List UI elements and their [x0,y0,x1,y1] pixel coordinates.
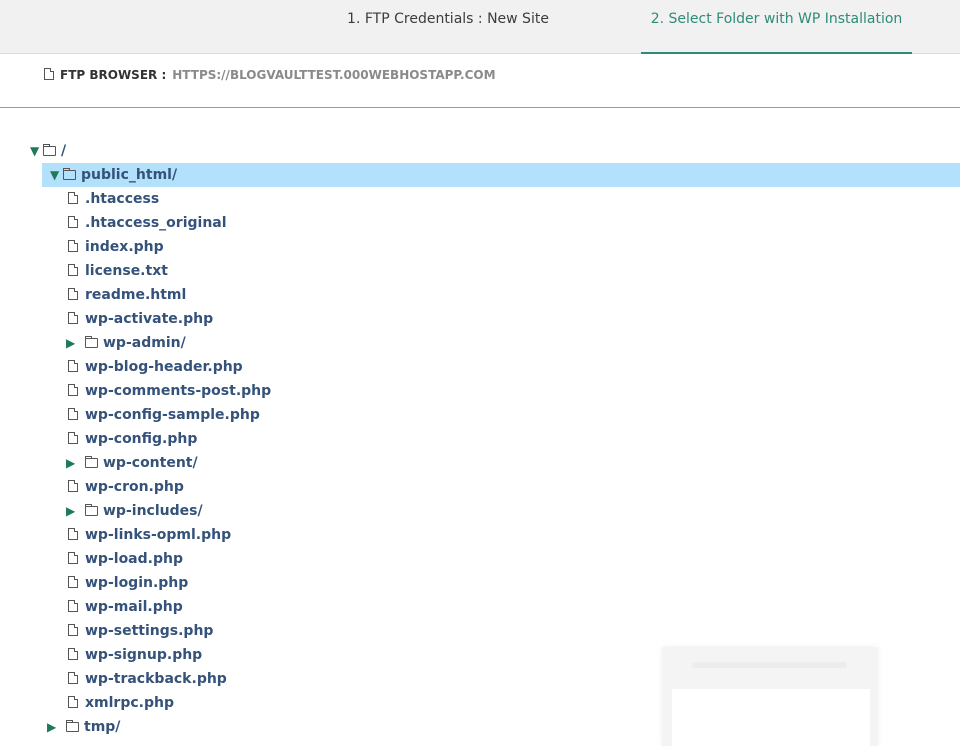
file-icon [66,599,80,615]
caret-right-icon[interactable]: ▶ [47,720,65,734]
faded-popup-card [662,647,878,746]
file-icon [66,191,80,207]
caret-right-icon[interactable]: ▶ [66,456,84,470]
tree-row-file[interactable]: wp-login.php [0,571,960,595]
tree-row-folder[interactable]: ▶ wp-content/ [0,451,960,475]
file-icon [66,287,80,303]
folder-icon [84,503,98,519]
tree-item-label: wp-load.php [85,551,183,567]
file-icon [66,575,80,591]
tree-item-label: wp-mail.php [85,599,183,615]
tree-row-file[interactable]: wp-comments-post.php [0,379,960,403]
tree-item-label: .htaccess_original [85,215,227,231]
tree-item-label: xmlrpc.php [85,695,174,711]
ftp-browser-title: FTP BROWSER : [60,67,167,82]
tree-row-file[interactable]: readme.html [0,283,960,307]
tree-item-label: wp-blog-header.php [85,359,243,375]
folder-icon [65,719,79,735]
tree-item-label: tmp/ [84,719,121,735]
caret-right-icon[interactable]: ▶ [66,336,84,350]
tree-row-file[interactable]: .htaccess [0,187,960,211]
ftp-browser-header: FTP BROWSER : HTTPS://BLOGVAULTTEST.000W… [0,54,960,108]
tree-item-label: wp-signup.php [85,647,203,663]
tree-row-root[interactable]: ▼ / [0,139,960,163]
caret-down-icon[interactable]: ▼ [50,168,62,182]
file-icon [66,479,80,495]
tree-row-folder[interactable]: ▶ wp-admin/ [0,331,960,355]
tree-item-label: .htaccess [85,191,160,207]
tree-item-label: public_html/ [81,167,178,183]
tree-item-label: wp-settings.php [85,623,214,639]
caret-down-icon[interactable]: ▼ [30,144,42,158]
tree-item-label: / [61,143,67,159]
ftp-browser-label: FTP BROWSER : HTTPS://BLOGVAULTTEST.000W… [44,67,496,82]
file-icon [66,359,80,375]
file-icon [66,215,80,231]
tree-row-file[interactable]: wp-load.php [0,547,960,571]
folder-icon [84,335,98,351]
tree-row-file[interactable]: .htaccess_original [0,211,960,235]
tree-row-public-html[interactable]: ▼ public_html/ [42,163,960,187]
file-icon [66,311,80,327]
tree-item-label: wp-trackback.php [85,671,227,687]
caret-right-icon[interactable]: ▶ [66,504,84,518]
tree-item-label: wp-links-opml.php [85,527,232,543]
file-icon [66,239,80,255]
placeholder-panel [672,689,870,746]
ftp-browser-url: HTTPS://BLOGVAULTTEST.000WEBHOSTAPP.COM [172,67,496,82]
tree-row-file[interactable]: wp-links-opml.php [0,523,960,547]
file-icon [66,623,80,639]
tree-item-label: wp-cron.php [85,479,184,495]
file-icon [44,67,54,82]
folder-icon [62,167,76,183]
tree-item-label: wp-content/ [103,455,198,471]
step-select-folder[interactable]: 2. Select Folder with WP Installation [641,0,912,54]
tree-item-label: wp-comments-post.php [85,383,272,399]
file-icon [66,431,80,447]
tree-item-label: wp-config-sample.php [85,407,260,423]
step-ftp-credentials[interactable]: 1. FTP Credentials : New Site [338,0,558,53]
tree-item-label: license.txt [85,263,168,279]
tree-row-file[interactable]: wp-activate.php [0,307,960,331]
tree-item-label: wp-admin/ [103,335,186,351]
tree-item-label: wp-config.php [85,431,198,447]
tree-row-file[interactable]: index.php [0,235,960,259]
placeholder-bar [692,662,847,668]
tree-row-file[interactable]: wp-config-sample.php [0,403,960,427]
file-icon [66,383,80,399]
tree-item-label: wp-activate.php [85,311,214,327]
file-icon [66,647,80,663]
tree-row-file[interactable]: license.txt [0,259,960,283]
tree-item-label: index.php [85,239,164,255]
tree-row-file[interactable]: wp-cron.php [0,475,960,499]
file-icon [66,671,80,687]
tree-row-file[interactable]: wp-mail.php [0,595,960,619]
tree-item-label: wp-login.php [85,575,189,591]
file-icon [66,527,80,543]
file-icon [66,263,80,279]
folder-icon [84,455,98,471]
tree-row-file[interactable]: wp-settings.php [0,619,960,643]
tree-row-file[interactable]: wp-config.php [0,427,960,451]
file-icon [66,551,80,567]
tree-item-label: readme.html [85,287,187,303]
wizard-steps-bar: 1. FTP Credentials : New Site 2. Select … [0,0,960,54]
tree-row-file[interactable]: wp-blog-header.php [0,355,960,379]
file-icon [66,407,80,423]
tree-row-folder[interactable]: ▶ wp-includes/ [0,499,960,523]
file-icon [66,695,80,711]
folder-icon [42,143,56,159]
tree-item-label: wp-includes/ [103,503,203,519]
